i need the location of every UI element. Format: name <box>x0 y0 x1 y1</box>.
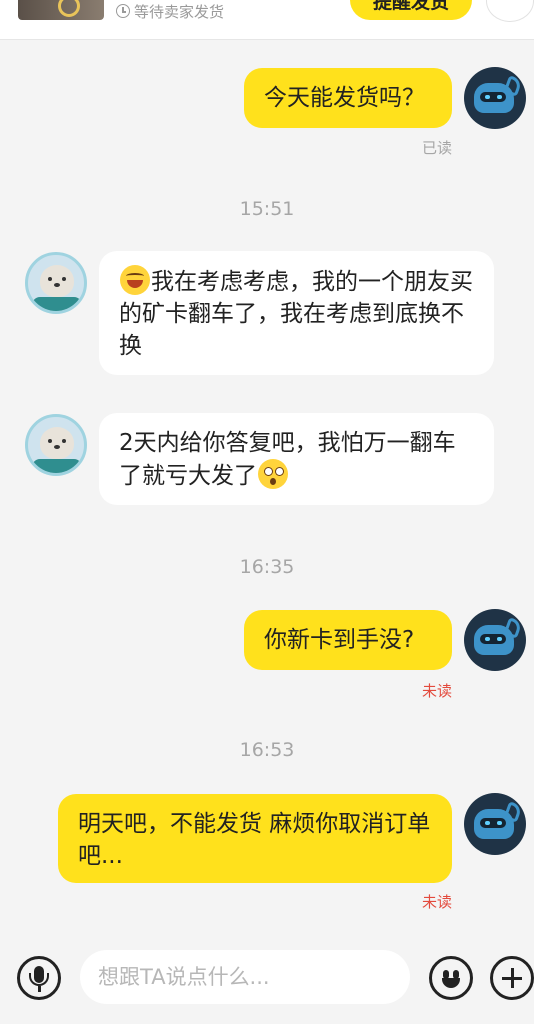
message-list[interactable]: 今天能发货吗？ 已读 15:51 我在考虑考虑，我的一个朋友买的矿卡翻车了，我在… <box>0 40 534 940</box>
unread-status: 未读 <box>421 893 452 911</box>
message-bubble-sent[interactable]: 明天吧，不能发货 麻烦你取消订单吧... <box>58 794 452 883</box>
read-status: 已读 <box>421 139 452 157</box>
brand-logo-icon <box>58 0 80 17</box>
order-status-text: 等待卖家发货 <box>134 2 225 21</box>
clock-icon <box>116 4 130 18</box>
unread-status: 未读 <box>421 682 452 700</box>
message-bubble-received[interactable]: 2天内给你答复吧，我怕万一翻车了就亏大发了 <box>99 413 494 505</box>
laugh-cry-emoji-icon <box>120 265 150 295</box>
astonished-emoji-icon <box>258 459 288 489</box>
message-bubble-sent[interactable]: 今天能发货吗？ <box>244 68 452 128</box>
message-text: 你新卡到手没? <box>264 627 415 653</box>
timestamp: 16:53 <box>239 739 295 761</box>
microphone-icon[interactable] <box>17 956 61 1000</box>
timestamp: 15:51 <box>239 198 295 220</box>
timestamp: 16:35 <box>239 556 295 578</box>
message-text: 2天内给你答复吧，我怕万一翻车了就亏大发了 <box>119 430 456 489</box>
message-input[interactable] <box>80 950 410 1004</box>
plus-icon[interactable] <box>490 956 534 1000</box>
smiley-icon[interactable] <box>429 956 473 1000</box>
product-thumbnail[interactable] <box>18 0 104 20</box>
message-text: 明天吧，不能发货 麻烦你取消订单吧... <box>78 811 431 869</box>
my-avatar[interactable] <box>464 793 526 855</box>
more-button[interactable] <box>486 0 534 22</box>
message-text: 今天能发货吗？ <box>264 85 425 111</box>
remind-ship-button[interactable]: 提醒发货 <box>350 0 472 20</box>
message-bubble-received[interactable]: 我在考虑考虑，我的一个朋友买的矿卡翻车了，我在考虑到底换不换 <box>99 251 494 375</box>
my-avatar[interactable] <box>464 609 526 671</box>
contact-avatar[interactable] <box>25 252 87 314</box>
order-status: 等待卖家发货 <box>116 0 224 22</box>
chat-input-bar <box>0 940 534 1024</box>
contact-avatar[interactable] <box>25 414 87 476</box>
my-avatar[interactable] <box>464 67 526 129</box>
message-bubble-sent[interactable]: 你新卡到手没? <box>244 610 452 670</box>
order-header: 等待卖家发货 提醒发货 <box>0 0 534 40</box>
message-text: 我在考虑考虑，我的一个朋友买的矿卡翻车了，我在考虑到底换不换 <box>119 269 473 359</box>
